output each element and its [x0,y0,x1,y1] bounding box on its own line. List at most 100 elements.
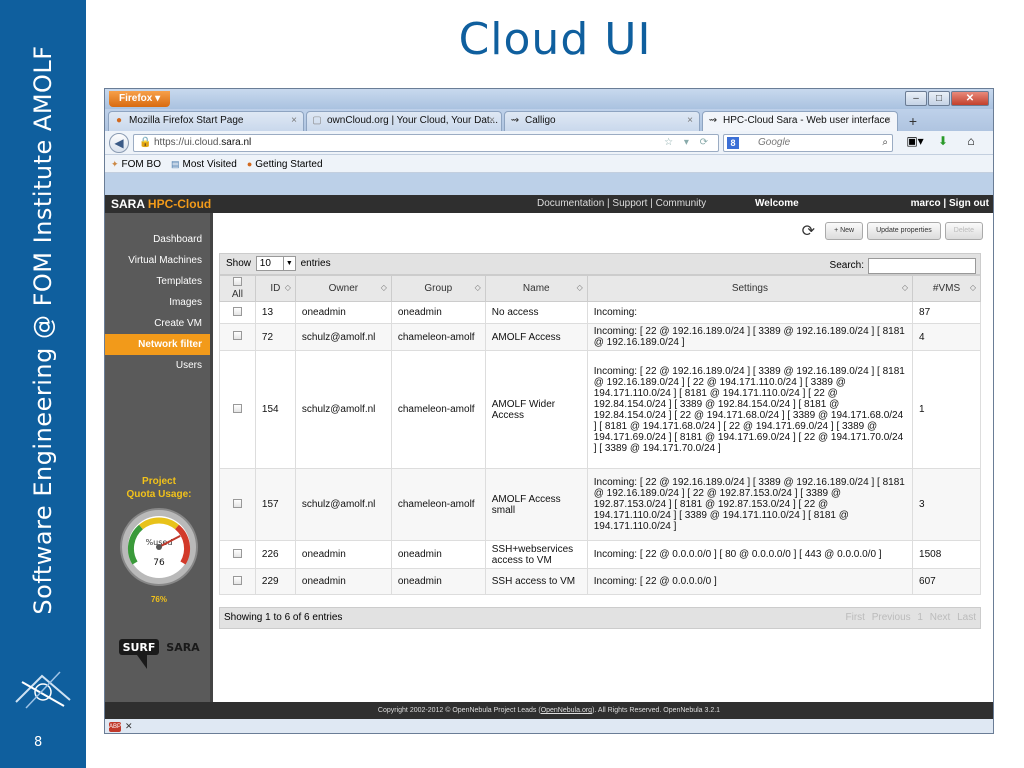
sidebar-item-templates[interactable]: Templates [105,271,210,292]
adblock-icon[interactable]: ABP [109,721,121,732]
header-vms[interactable]: #VMS ◇ [912,275,981,302]
search-icon[interactable]: ⌕ [882,135,888,151]
cell-settings: Incoming: [ 22 @ 192.16.189.0/24 ] [ 338… [586,468,914,541]
cell-id: 226 [254,540,296,569]
opennebula-link[interactable]: OpenNebula.org [541,707,592,714]
maximize-icon[interactable]: □ [928,91,950,106]
pager-first[interactable]: First [845,612,864,623]
tab-close-icon[interactable]: × [489,112,495,130]
row-checkbox[interactable] [232,548,242,558]
star-reload-icons[interactable]: ☆ ▾ ⟳ [664,135,712,151]
close-addon-bar-icon[interactable]: ✕ [125,721,133,731]
new-button[interactable]: + New [825,222,864,240]
cell-group: chameleon-amolf [390,323,486,351]
pager-next[interactable]: Next [930,612,951,623]
bookmarks-menu-icon[interactable]: ▣▾ [901,134,929,148]
action-bar: ⟳ + New Update properties Delete [802,221,983,241]
side-caption: Software Engineering @ FOM Institute AMO… [29,45,57,615]
sidebar-item-images[interactable]: Images [105,292,210,313]
bookmark-fom-bo[interactable]: ✦ FOM BO [111,155,161,172]
minimize-icon[interactable]: – [905,91,927,106]
cell-name: AMOLF Access [484,323,588,351]
header-name[interactable]: Name ◇ [484,275,588,302]
row-checkbox[interactable] [232,331,242,340]
update-properties-button[interactable]: Update properties [867,222,941,240]
side-band: Software Engineering @ FOM Institute AMO… [0,0,86,768]
cell-id: 72 [254,323,296,351]
header-owner[interactable]: Owner ◇ [294,275,392,302]
table-row[interactable]: 13 oneadmin oneadmin No access Incoming: 87 [219,301,981,324]
app-footer: Copyright 2002-2012 © OpenNebula Project… [105,702,993,720]
table-row[interactable]: 154 schulz@amolf.nl chameleon-amolf AMOLF W… [219,350,981,469]
app-header: SARA HPC-Cloud Documentation | Support |… [105,195,993,213]
table-row[interactable]: 72 schulz@amolf.nl chameleon-amolf AMOLF Ac… [219,323,981,351]
tab-close-icon[interactable]: × [687,112,693,130]
cell-owner: oneadmin [294,301,392,324]
sidebar-item-virtual-machines[interactable]: Virtual Machines [105,250,210,271]
close-window-icon[interactable]: ✕ [951,91,989,106]
slide-number: 8 [34,735,43,750]
header-group[interactable]: Group ◇ [390,275,486,302]
browser-window: Firefox ▾ – □ ✕ ● Mozilla Firefox Start … [104,88,994,734]
pager-last[interactable]: Last [957,612,976,623]
sidebar-item-create-vm[interactable]: Create VM [105,313,210,334]
sidebar-item-network-filter[interactable]: Network filter [105,334,210,355]
header-links[interactable]: Documentation | Support | Community [537,195,706,213]
page-content: SARA HPC-Cloud Documentation | Support |… [105,195,993,720]
new-tab-icon[interactable]: + [902,113,924,131]
cell-name: SSH access to VM [484,568,588,595]
firefox-menu-button[interactable]: Firefox ▾ [109,91,171,107]
pager-previous[interactable]: Previous [872,612,911,623]
row-checkbox[interactable] [232,306,242,316]
table-info: Showing 1 to 6 of 6 entries [224,612,343,623]
home-icon[interactable]: ⌂ [957,134,985,148]
back-arrow-icon[interactable]: ◀ [109,133,129,153]
download-icon[interactable]: ⬇ [929,134,957,148]
bookmark-most-visited[interactable]: ▤ Most Visited [171,155,237,172]
cell-owner: schulz@amolf.nl [294,350,392,469]
header-id[interactable]: ID ◇ [254,275,296,302]
row-checkbox[interactable] [232,403,242,413]
select-all-checkbox[interactable] [232,277,242,286]
tab-firefox-start[interactable]: ● Mozilla Firefox Start Page × [108,111,304,131]
window-titlebar: Firefox ▾ – □ ✕ [105,89,993,109]
gauge-value: 76 [153,558,165,568]
table-search: Search: [830,256,976,276]
cell-settings: Incoming: [586,301,914,324]
row-checkbox[interactable] [232,575,242,585]
sidebar-item-dashboard[interactable]: Dashboard [105,229,210,250]
row-select-cell [219,350,256,469]
table-row[interactable]: 226 oneadmin oneadmin SSH+webservices acces… [219,540,981,569]
bookmark-getting-started[interactable]: ● Getting Started [247,155,323,172]
header-select-all[interactable]: All [219,275,256,302]
lock-icon: 🔒 [139,137,152,148]
tab-owncloud[interactable]: ▢ ownCloud.org | Your Cloud, Your Dat...… [306,111,502,131]
search-input[interactable]: 8 Google ⌕ [723,134,893,152]
table-row[interactable]: 229 oneadmin oneadmin SSH access to VM Incom… [219,568,981,595]
site-icon: ⇝ [510,115,520,126]
cell-id: 157 [254,468,296,541]
table-row[interactable]: 157 schulz@amolf.nl chameleon-amolf AMOLF A… [219,468,981,541]
table-search-input[interactable] [868,258,976,274]
sort-icon: ◇ [576,283,583,292]
app-brand[interactable]: SARA HPC-Cloud [111,195,211,213]
url-bar[interactable]: 🔒 https://ui.cloud.sara.nl ☆ ▾ ⟳ [133,134,719,152]
tab-calligo[interactable]: ⇝ Calligo × [504,111,700,131]
entries-select[interactable]: 10 ▼ [255,255,296,271]
tab-close-icon[interactable]: × [885,112,891,130]
user-signout[interactable]: marco | Sign out [911,195,989,213]
sidebar-item-users[interactable]: Users [105,355,210,376]
google-icon[interactable]: 8 [727,137,739,149]
row-checkbox[interactable] [232,498,242,508]
table-body: 13 oneadmin oneadmin No access Incoming: 87 72… [219,301,981,595]
tab-hpc-cloud[interactable]: ⇝ HPC-Cloud Sara - Web user interface × [702,111,898,131]
delete-button[interactable]: Delete [944,222,983,240]
header-settings[interactable]: Settings ◇ [586,275,914,302]
pager-1[interactable]: 1 [917,612,923,623]
network-filter-table: All ID ◇ Owner ◇ Group ◇ Name ◇ Settings ◇ #V… [219,275,981,595]
institute-logo-icon [15,671,71,709]
tab-close-icon[interactable]: × [291,112,297,130]
main-panel: ⟳ + New Update properties Delete Show 10… [219,213,987,702]
sort-icon: ◇ [969,283,976,292]
refresh-icon[interactable]: ⟳ [802,221,815,241]
